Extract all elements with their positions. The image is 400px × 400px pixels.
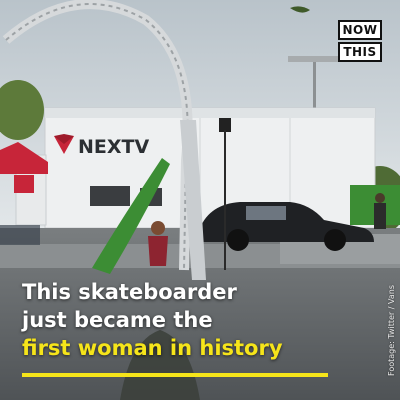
video-frame: NEXTV NOW THIS This skateboarder just be… xyxy=(0,0,400,400)
truck-logo-text: NEXTV xyxy=(78,136,149,158)
truck-body xyxy=(44,107,376,229)
caption-underline xyxy=(22,373,328,377)
street-lamp-head xyxy=(288,56,338,62)
logo-this: THIS xyxy=(338,42,382,62)
caption-line-2: just became the xyxy=(22,308,213,332)
car-window xyxy=(246,206,286,220)
person-body xyxy=(148,236,168,266)
camera xyxy=(219,118,231,132)
caption-line-1: This skateboarder xyxy=(22,280,237,304)
person-head xyxy=(151,221,165,235)
car-wheel-front xyxy=(227,229,249,251)
nowthis-logo: NOW THIS xyxy=(338,20,382,62)
caption: This skateboarder just became the first … xyxy=(22,278,352,362)
logo-now: NOW xyxy=(338,20,382,40)
truck-roof xyxy=(45,108,375,118)
truck-vent-1 xyxy=(90,186,130,206)
footage-credit: Footage: Twitter / Vans xyxy=(387,285,396,376)
caption-line-3: first woman in history xyxy=(22,336,283,360)
car-wheel-rear xyxy=(324,229,346,251)
